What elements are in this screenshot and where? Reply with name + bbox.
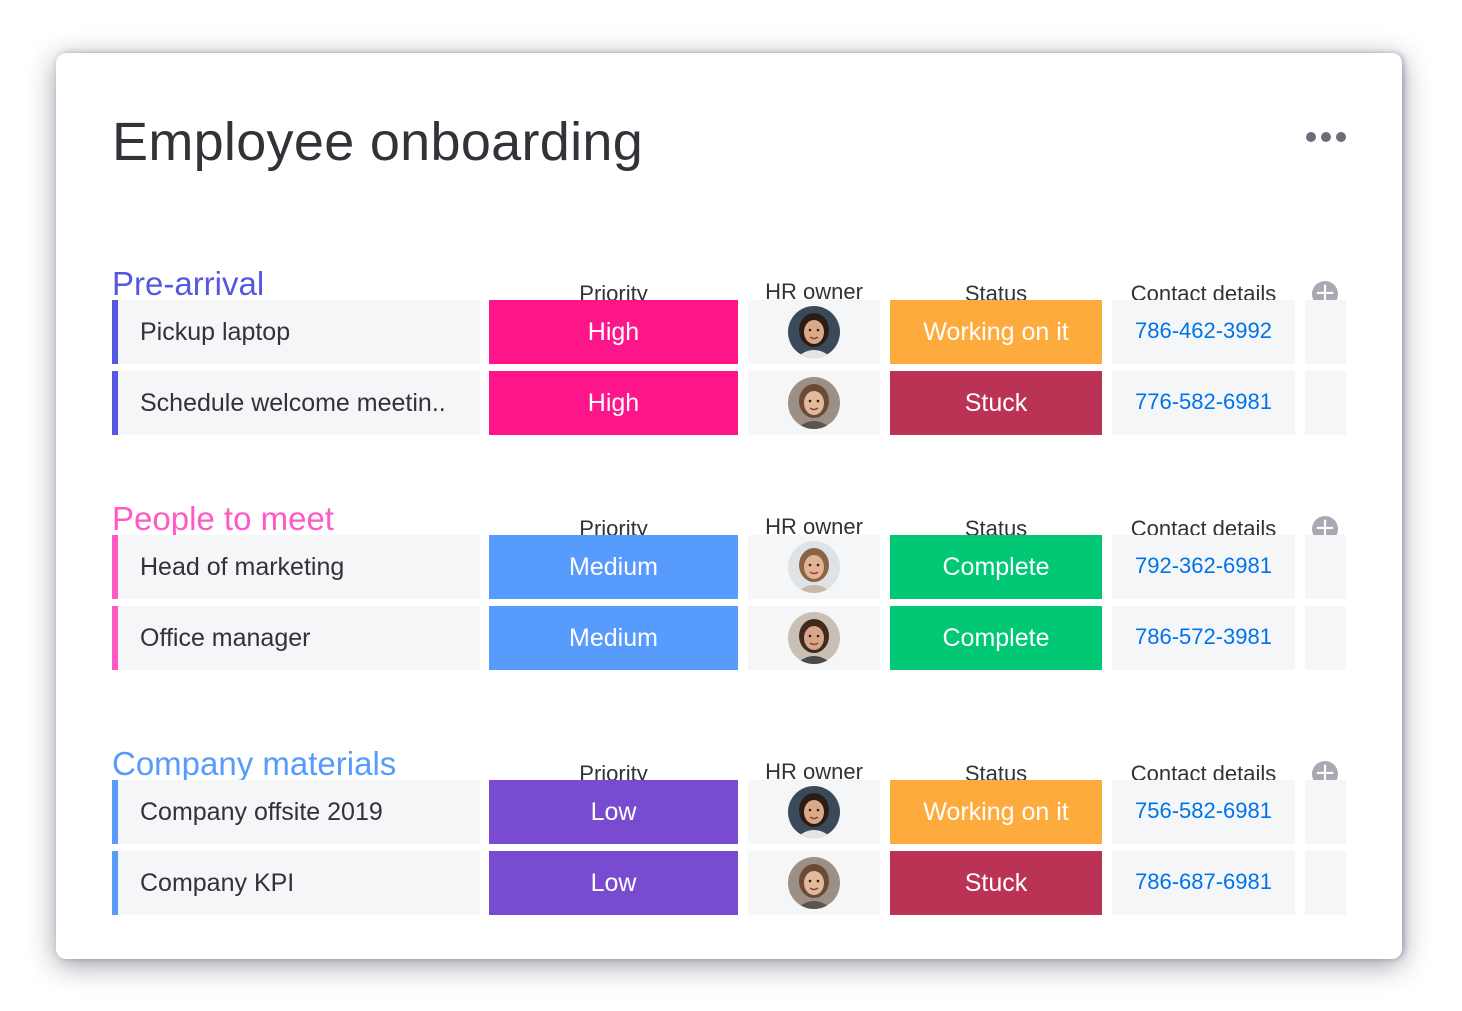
table-row[interactable]: Schedule welcome meetin.. High Stuck 776… — [56, 371, 1402, 435]
contact-phone-link[interactable]: 792-362-6981 — [1112, 535, 1295, 599]
table-row[interactable]: Company KPI Low Stuck 786-687-6981 — [56, 851, 1402, 915]
priority-label[interactable]: Medium — [489, 606, 738, 670]
group-title[interactable]: Company materials — [112, 745, 396, 783]
status-label[interactable]: Working on it — [890, 780, 1102, 844]
status-label[interactable]: Working on it — [890, 300, 1102, 364]
contact-phone-link[interactable]: 786-572-3981 — [1112, 606, 1295, 670]
status-label[interactable]: Stuck — [890, 371, 1102, 435]
empty-cell — [1305, 371, 1346, 435]
task-name[interactable]: Head of marketing — [112, 535, 480, 599]
empty-cell — [1305, 535, 1346, 599]
group-title[interactable]: Pre-arrival — [112, 265, 264, 303]
priority-label[interactable]: High — [489, 300, 738, 364]
task-name[interactable]: Schedule welcome meetin.. — [112, 371, 480, 435]
table-row[interactable]: Head of marketing Medium Complete 792-36… — [56, 535, 1402, 599]
task-name[interactable]: Office manager — [112, 606, 480, 670]
avatar[interactable] — [788, 377, 840, 429]
status-label[interactable]: Complete — [890, 535, 1102, 599]
owner-cell[interactable] — [748, 371, 880, 435]
priority-label[interactable]: Low — [489, 780, 738, 844]
group-title[interactable]: People to meet — [112, 500, 334, 538]
owner-cell[interactable] — [748, 851, 880, 915]
empty-cell — [1305, 780, 1346, 844]
priority-label[interactable]: Medium — [489, 535, 738, 599]
avatar[interactable] — [788, 857, 840, 909]
avatar[interactable] — [788, 541, 840, 593]
avatar[interactable] — [788, 612, 840, 664]
owner-cell[interactable] — [748, 300, 880, 364]
task-name[interactable]: Pickup laptop — [112, 300, 480, 364]
contact-phone-link[interactable]: 756-582-6981 — [1112, 780, 1295, 844]
task-name[interactable]: Company offsite 2019 — [112, 780, 480, 844]
table-row[interactable]: Company offsite 2019 Low Working on it 7… — [56, 780, 1402, 844]
contact-phone-link[interactable]: 786-687-6981 — [1112, 851, 1295, 915]
owner-cell[interactable] — [748, 535, 880, 599]
task-name[interactable]: Company KPI — [112, 851, 480, 915]
board-title[interactable]: Employee onboarding — [112, 111, 643, 173]
table-row[interactable]: Office manager Medium Complete 786-572-3… — [56, 606, 1402, 670]
contact-phone-link[interactable]: 776-582-6981 — [1112, 371, 1295, 435]
table-row[interactable]: Pickup laptop High Working on it 786-462… — [56, 300, 1402, 364]
more-horizontal-icon[interactable] — [1306, 132, 1346, 142]
priority-label[interactable]: Low — [489, 851, 738, 915]
owner-cell[interactable] — [748, 606, 880, 670]
board-card: Employee onboarding Pre-arrival Priority… — [56, 53, 1402, 959]
avatar[interactable] — [788, 306, 840, 358]
avatar[interactable] — [788, 786, 840, 838]
contact-phone-link[interactable]: 786-462-3992 — [1112, 300, 1295, 364]
priority-label[interactable]: High — [489, 371, 738, 435]
empty-cell — [1305, 300, 1346, 364]
status-label[interactable]: Complete — [890, 606, 1102, 670]
empty-cell — [1305, 606, 1346, 670]
status-label[interactable]: Stuck — [890, 851, 1102, 915]
empty-cell — [1305, 851, 1346, 915]
owner-cell[interactable] — [748, 780, 880, 844]
